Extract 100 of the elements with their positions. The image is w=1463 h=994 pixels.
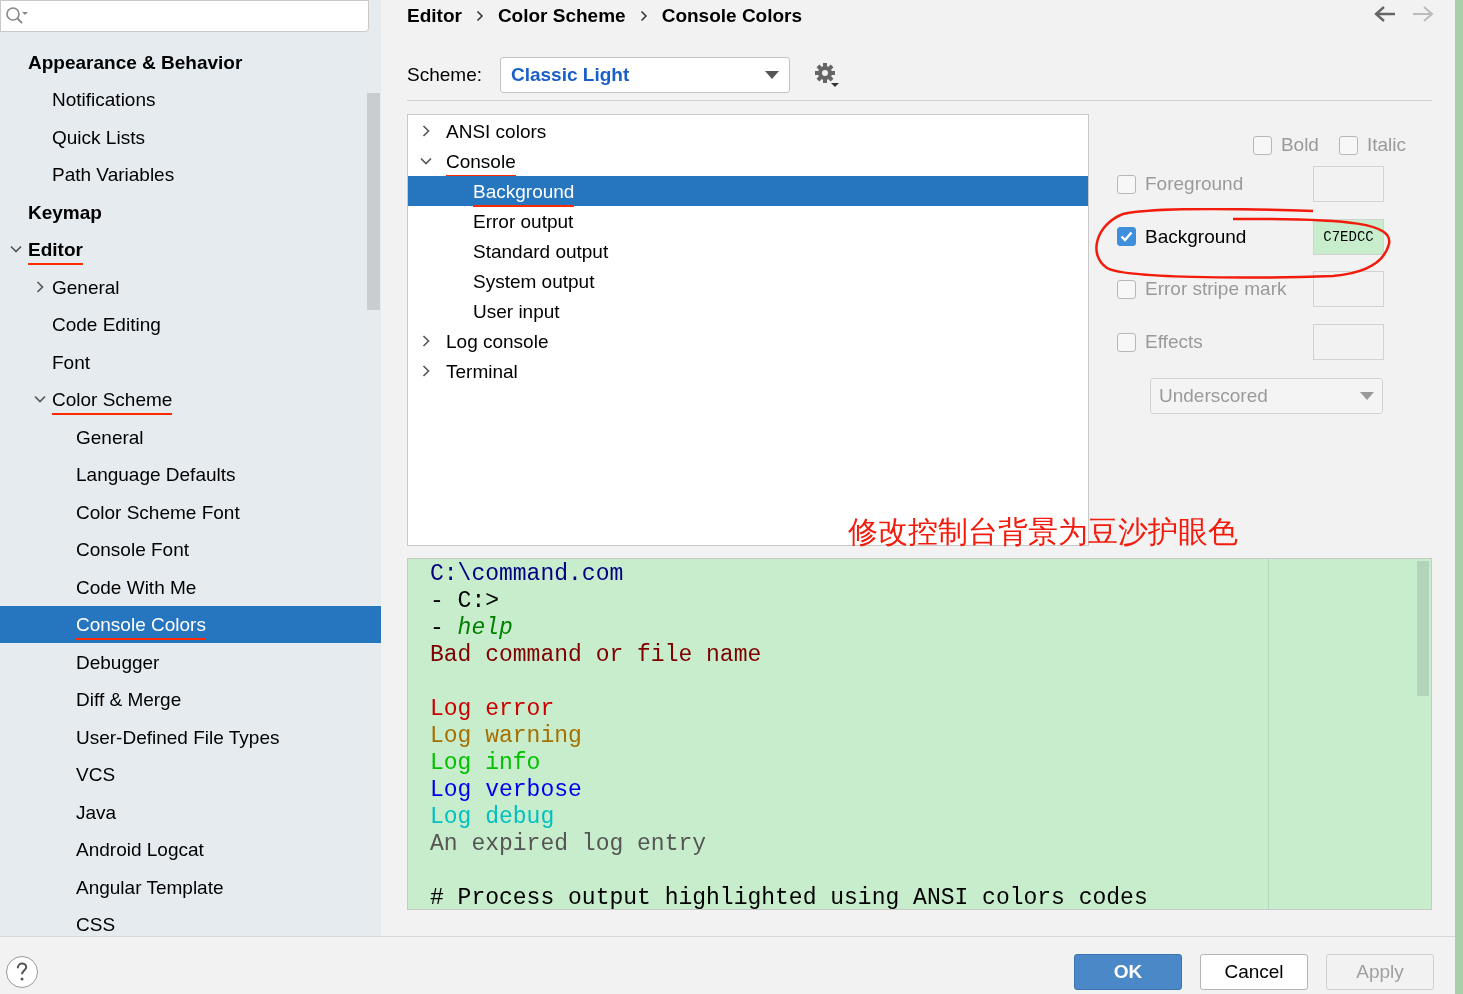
chevron-icon — [639, 10, 648, 22]
forward-arrow-icon[interactable] — [1411, 4, 1435, 24]
color-swatch[interactable] — [1313, 166, 1384, 203]
tree-item-label: Background — [473, 181, 575, 207]
sidebar-item[interactable]: User-Defined File Types — [0, 718, 381, 756]
tree-item[interactable]: Background — [408, 176, 1088, 206]
gear-icon[interactable] — [814, 62, 840, 88]
checkbox-label: Background — [1145, 225, 1247, 248]
help-icon[interactable] — [6, 956, 38, 988]
tree-item[interactable]: System output — [408, 266, 1088, 296]
checkbox[interactable] — [1117, 174, 1136, 194]
checkbox[interactable] — [1117, 227, 1136, 247]
sidebar-item[interactable]: General — [0, 418, 381, 456]
checkbox[interactable] — [1252, 135, 1272, 155]
console-line: C:\command.com — [430, 561, 625, 588]
sidebar-item[interactable]: Angular Template — [0, 868, 381, 906]
sidebar-item[interactable]: Quick Lists — [0, 118, 381, 156]
checkbox[interactable] — [1117, 332, 1136, 352]
chevron-icon — [475, 10, 484, 22]
sidebar-item[interactable]: Notifications — [0, 80, 381, 118]
color-swatch[interactable]: C7EDCC — [1313, 218, 1384, 255]
dialog-button[interactable]: OK — [1074, 954, 1182, 990]
sidebar-item-label: Color Scheme Font — [76, 501, 240, 525]
tree-item[interactable]: Standard output — [408, 236, 1088, 266]
checkbox-label: Bold — [1280, 134, 1319, 156]
sidebar-item[interactable]: Language Defaults — [0, 455, 381, 493]
sidebar-item[interactable]: Console Font — [0, 530, 381, 568]
sidebar-item-label: Console Colors — [76, 614, 206, 641]
sidebar-item-label: User-Defined File Types — [76, 726, 280, 750]
sidebar-item[interactable]: Code Editing — [0, 305, 381, 343]
sidebar-item-label: Path Variables — [52, 164, 175, 188]
sidebar-item[interactable]: Debugger — [0, 643, 381, 681]
scrollbar-thumb[interactable] — [367, 93, 380, 310]
caret-icon — [765, 71, 779, 79]
sidebar-item[interactable]: VCS — [0, 755, 381, 793]
checkbox-label: Error stripe mark — [1145, 278, 1287, 301]
sidebar-item[interactable]: Editor — [0, 230, 381, 268]
console-line: Log error — [430, 696, 556, 723]
sidebar-item[interactable]: Code With Me — [0, 568, 381, 606]
scheme-label: Scheme: — [407, 64, 482, 86]
sidebar-item-label: Java — [76, 801, 117, 825]
sidebar-item[interactable]: Console Colors — [0, 605, 381, 643]
console-line: Bad command or file name — [430, 642, 763, 669]
caret-icon — [1360, 392, 1374, 401]
console-line: Log warning — [430, 723, 583, 750]
breadcrumb-item[interactable]: Editor — [407, 5, 462, 27]
breadcrumb-item[interactable]: Color Scheme — [497, 5, 626, 27]
sidebar-item-label: CSS — [76, 914, 116, 936]
tree-item[interactable]: Error output — [408, 206, 1088, 236]
console-line: # Process output highlighted using ANSI colors codes — [430, 885, 1149, 909]
tree-item[interactable]: Terminal — [408, 356, 1088, 386]
color-swatch[interactable] — [1313, 324, 1384, 361]
color-swatch[interactable] — [1313, 271, 1384, 308]
scrollbar-thumb[interactable] — [1417, 561, 1429, 696]
checkbox-label: Effects — [1145, 331, 1203, 354]
tree-item-label: Standard output — [473, 241, 609, 265]
checkbox-label: Italic — [1366, 134, 1406, 156]
sidebar-item[interactable]: Android Logcat — [0, 830, 381, 868]
console-line: Log info — [430, 750, 542, 777]
console-line: - C:> — [430, 588, 500, 615]
sidebar-item[interactable]: Color Scheme — [0, 380, 381, 418]
tree-item[interactable]: ANSI colors — [408, 116, 1088, 146]
tree-item[interactable]: Log console — [408, 326, 1088, 356]
tree-item-label: ANSI colors — [446, 121, 547, 145]
sidebar-item-label: Font — [52, 351, 91, 375]
sidebar-item-label: Code With Me — [76, 576, 197, 600]
sidebar-item[interactable]: Font — [0, 343, 381, 381]
tree-item[interactable]: User input — [408, 296, 1088, 326]
breadcrumb-item[interactable]: Console Colors — [661, 5, 803, 27]
sidebar-item[interactable]: Keymap — [0, 193, 381, 231]
sidebar-item-label: General — [76, 426, 144, 450]
scheme-dropdown[interactable]: Classic Light — [500, 57, 790, 93]
checkbox[interactable] — [1117, 280, 1136, 299]
tree-item-label: User input — [473, 301, 560, 325]
sidebar-item[interactable]: Color Scheme Font — [0, 493, 381, 531]
sidebar-item-label: General — [52, 276, 120, 300]
sidebar-item[interactable]: Path Variables — [0, 155, 381, 193]
tree-item-label: Terminal — [446, 361, 518, 385]
sidebar-item[interactable]: CSS — [0, 905, 381, 936]
sidebar-item-label: Editor — [28, 239, 83, 266]
sidebar-item-label: Quick Lists — [52, 126, 145, 150]
sidebar-item[interactable]: Diff & Merge — [0, 680, 381, 718]
checkbox-label: Foreground — [1145, 173, 1244, 196]
sidebar-item-label: VCS — [76, 764, 116, 788]
sidebar-item-label: Android Logcat — [76, 839, 204, 863]
sidebar-item-label: Console Font — [76, 539, 189, 563]
sidebar-item-label: Keymap — [28, 201, 102, 225]
sidebar-item[interactable]: General — [0, 268, 381, 306]
tree-item-label: Log console — [446, 331, 549, 355]
sidebar-item[interactable]: Java — [0, 793, 381, 831]
sidebar-item[interactable]: Appearance & Behavior — [0, 43, 381, 81]
sidebar-item-label: Color Scheme — [52, 389, 173, 416]
tree-item-label: System output — [473, 271, 595, 295]
checkbox[interactable] — [1338, 135, 1358, 155]
console-line: - help — [430, 615, 514, 642]
dialog-button[interactable]: Cancel — [1200, 954, 1308, 990]
back-arrow-icon[interactable] — [1373, 4, 1397, 24]
search-field[interactable] — [0, 0, 369, 32]
console-line: An expired log entry — [430, 831, 708, 858]
console-line: Log debug — [430, 804, 556, 831]
